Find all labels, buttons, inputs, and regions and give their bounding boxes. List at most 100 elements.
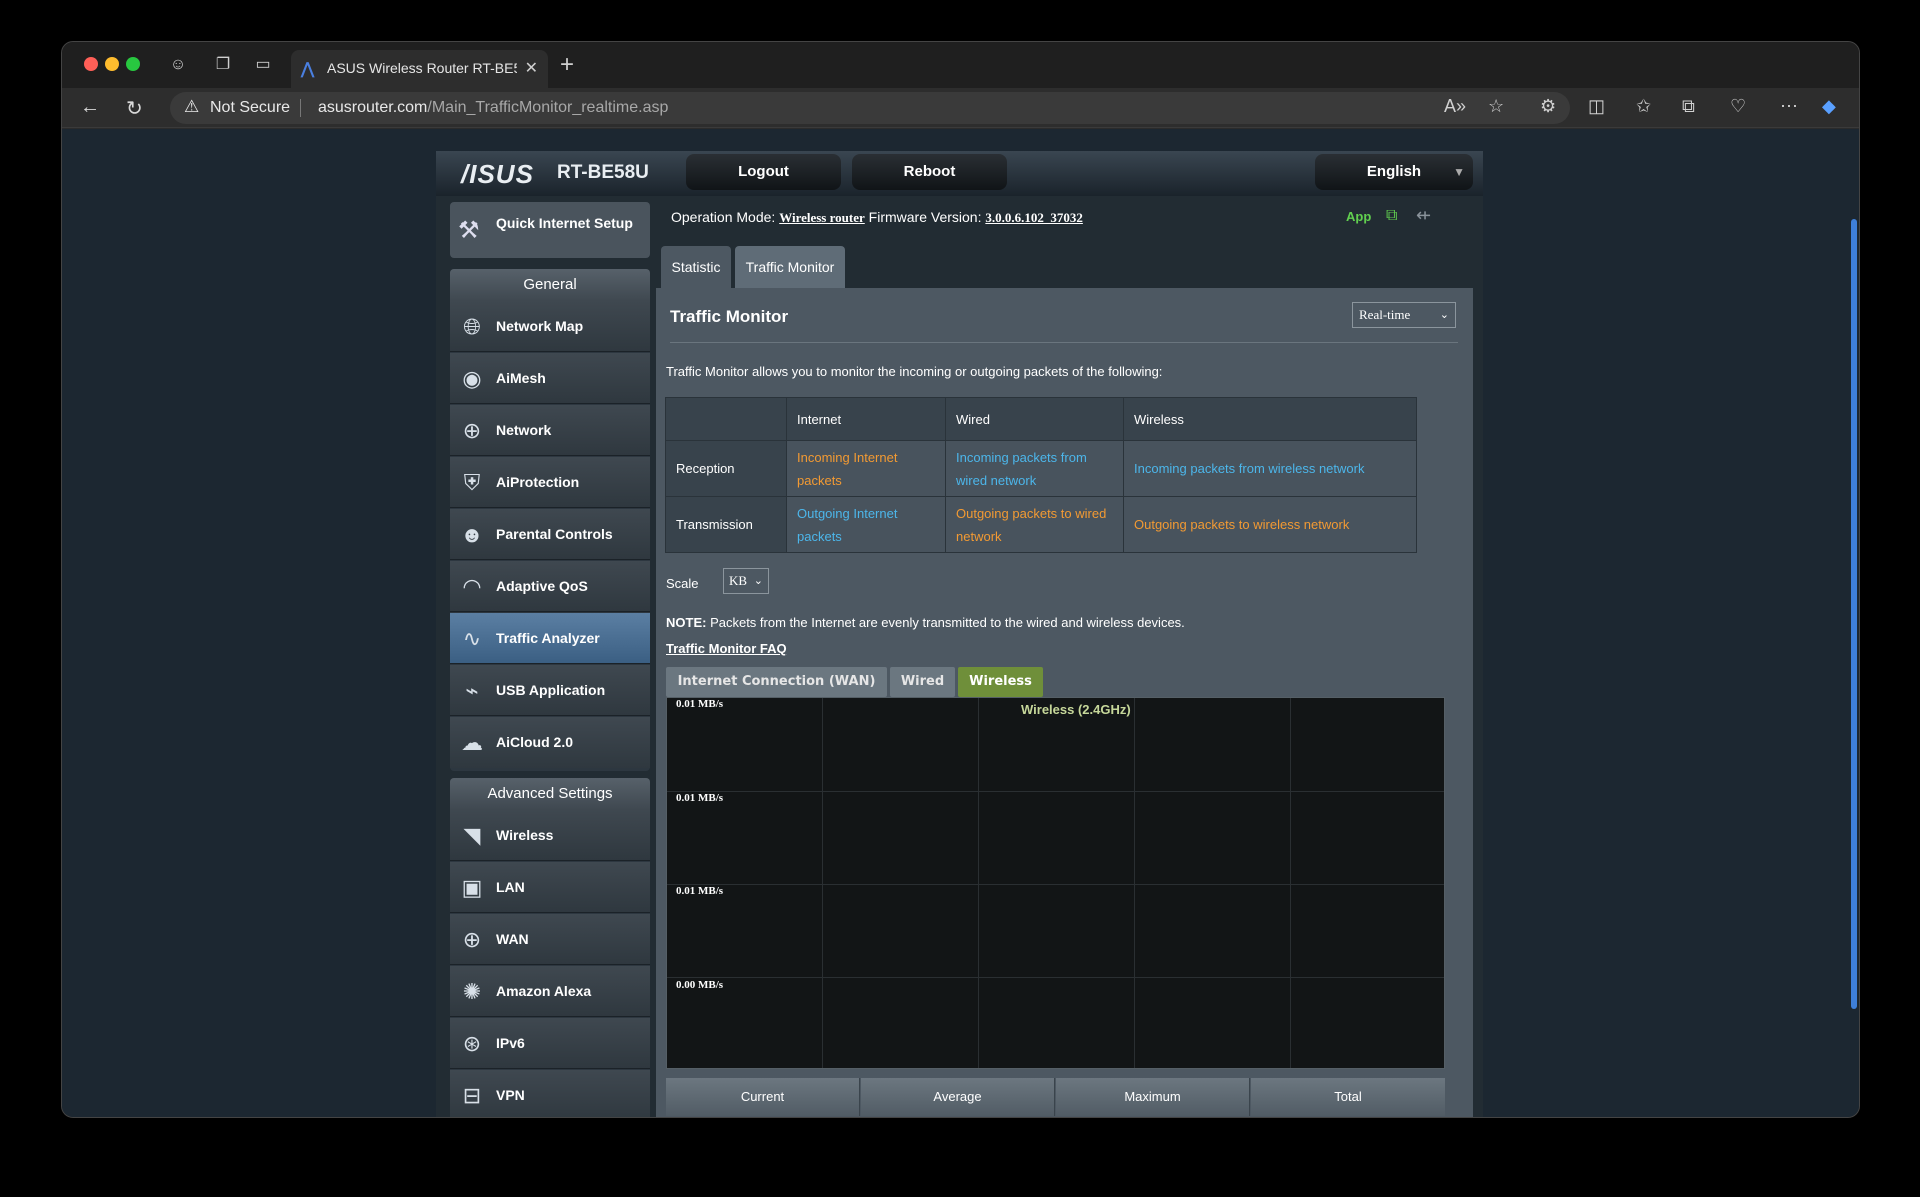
tab-bar: ☺ ❐ ▭ ⋀ ASUS Wireless Router RT-BE5 ✕ + xyxy=(62,42,1859,88)
sidebar-item-lan[interactable]: ▣ LAN xyxy=(450,862,650,913)
reload-icon[interactable]: ↻ xyxy=(126,96,143,121)
scale-label: Scale xyxy=(666,576,699,591)
sidebar-item-aiprotection[interactable]: ⛨ AiProtection xyxy=(450,457,650,508)
asus-favicon-icon: ⋀ xyxy=(301,61,315,78)
url-separator xyxy=(300,99,301,117)
app-phone-icon[interactable]: ⧉ xyxy=(1386,207,1397,225)
y-axis-label: 0.01 MB/s xyxy=(676,698,724,710)
operation-mode-label: Operation Mode: xyxy=(671,209,776,225)
tab-traffic-monitor[interactable]: Traffic Monitor xyxy=(735,246,845,288)
new-tab-icon[interactable]: + xyxy=(560,51,574,79)
browser-tab-active[interactable]: ⋀ ASUS Wireless Router RT-BE5 ✕ xyxy=(291,50,548,88)
globe-icon: 🌐︎ xyxy=(463,314,481,339)
alexa-icon: ✺ xyxy=(462,979,482,1004)
grid-line xyxy=(667,884,1444,885)
mesh-icon: ◉ xyxy=(462,366,482,391)
extensions-icon[interactable]: ⚙ xyxy=(1540,96,1556,117)
sidebar-item-wireless[interactable]: ◥ Wireless xyxy=(450,810,650,861)
firmware-link[interactable]: 3.0.0.6.102_37032 xyxy=(985,210,1083,225)
page-viewport: /ISUS RT-BE58U Logout Reboot English ▼ ⚒… xyxy=(62,129,1859,1117)
sidebar-item-amazon-alexa[interactable]: ✺ Amazon Alexa xyxy=(450,966,650,1017)
workspaces-icon[interactable]: ❐ xyxy=(212,54,234,76)
usb-status-icon[interactable]: ⇷ xyxy=(1416,205,1431,226)
more-menu-icon[interactable]: ⋯ xyxy=(1780,96,1798,117)
firmware-label: Firmware Version: xyxy=(868,209,982,225)
minimize-window-button[interactable] xyxy=(105,57,119,71)
sidebar-item-parental-controls[interactable]: ☻ Parental Controls xyxy=(450,509,650,560)
faq-link[interactable]: Traffic Monitor FAQ xyxy=(666,641,787,656)
gauge-icon: ◠ xyxy=(462,574,482,599)
split-screen-icon[interactable]: ◫ xyxy=(1588,96,1605,117)
router-header: /ISUS RT-BE58U Logout Reboot English ▼ xyxy=(436,151,1483,196)
note-text: NOTE: Packets from the Internet are even… xyxy=(666,615,1185,630)
read-aloud-icon[interactable]: A» xyxy=(1444,96,1466,117)
traffic-monitor-panel: Traffic Monitor Real-time ⌄ Traffic Moni… xyxy=(656,288,1473,1117)
y-axis-label: 0.00 MB/s xyxy=(676,979,724,991)
close-tab-icon[interactable]: ✕ xyxy=(525,58,538,78)
asus-logo: /ISUS xyxy=(461,159,534,189)
scale-select[interactable]: KB ⌄ xyxy=(723,568,769,594)
sidebar-item-network[interactable]: ⊕ Network xyxy=(450,405,650,456)
favorites-icon[interactable]: ✩ xyxy=(1636,96,1651,117)
operation-mode-link[interactable]: Wireless router xyxy=(779,210,865,225)
y-axis-label: 0.01 MB/s xyxy=(676,885,724,897)
url-text[interactable]: asusrouter.com/Main_TrafficMonitor_realt… xyxy=(318,99,668,117)
table-header: Internet xyxy=(786,397,946,441)
copilot-icon[interactable]: ◆ xyxy=(1822,96,1836,117)
monitor-mode-value: Real-time xyxy=(1359,307,1411,322)
router-model: RT-BE58U xyxy=(557,162,649,183)
graph-title: Wireless (2.4GHz) xyxy=(1021,702,1131,717)
browser-tab-title: ASUS Wireless Router RT-BE5 xyxy=(327,60,517,76)
cloud-icon: ☁ xyxy=(461,730,483,755)
table-cell: Outgoing packets to wired network xyxy=(945,496,1124,553)
stat-current: Current xyxy=(666,1078,860,1116)
logout-button[interactable]: Logout xyxy=(686,154,841,190)
sidebar-item-adaptive-qos[interactable]: ◠ Adaptive QoS xyxy=(450,561,650,612)
close-window-button[interactable] xyxy=(84,57,98,71)
reboot-button[interactable]: Reboot xyxy=(852,154,1007,190)
scale-value: KB xyxy=(729,573,748,588)
page-scrollbar[interactable] xyxy=(1851,219,1857,1009)
sidebar-item-aimesh[interactable]: ◉ AiMesh xyxy=(450,353,650,404)
sidebar-item-network-map[interactable]: 🌐︎ Network Map xyxy=(450,301,650,352)
tab-statistic[interactable]: Statistic xyxy=(661,246,731,288)
favorite-star-icon[interactable]: ☆ xyxy=(1488,96,1504,117)
address-bar[interactable]: ⚠ Not Secure asusrouter.com/Main_Traffic… xyxy=(170,92,1570,124)
shield-icon: ⛨ xyxy=(463,470,481,495)
router-admin-page: /ISUS RT-BE58U Logout Reboot English ▼ ⚒… xyxy=(436,151,1483,1117)
sidebar-item-usb-application[interactable]: ⌁ USB Application xyxy=(450,665,650,716)
app-link[interactable]: App xyxy=(1346,209,1371,224)
sidebar-item-traffic-analyzer[interactable]: ∿ Traffic Analyzer xyxy=(450,613,650,664)
globe-icon: ⊕ xyxy=(462,927,482,952)
graph-tab-wan[interactable]: Internet Connection (WAN) xyxy=(666,667,887,697)
monitor-mode-select[interactable]: Real-time ⌄ xyxy=(1352,302,1456,328)
usb-icon: ⌁ xyxy=(465,678,479,703)
back-icon[interactable]: ← xyxy=(80,96,100,119)
wizard-icon: ⚒ xyxy=(458,217,480,244)
quick-setup-label: Quick Internet Setup xyxy=(496,215,633,231)
sidebar-item-wan[interactable]: ⊕ WAN xyxy=(450,914,650,965)
maximize-window-button[interactable] xyxy=(126,57,140,71)
traffic-graph: 0.01 MB/s 0.01 MB/s 0.01 MB/s 0.00 MB/s … xyxy=(666,697,1445,1069)
browser-essentials-icon[interactable]: ♡ xyxy=(1730,96,1746,117)
quick-internet-setup-button[interactable]: ⚒ Quick Internet Setup xyxy=(450,202,650,258)
graph-tab-wired[interactable]: Wired xyxy=(890,667,955,697)
stat-average: Average xyxy=(861,1078,1055,1116)
grid-line xyxy=(978,698,979,1068)
profile-avatar-icon[interactable]: ☺ xyxy=(167,54,189,76)
language-select[interactable]: English ▼ xyxy=(1315,154,1473,190)
sidebar-item-aicloud[interactable]: ☁ AiCloud 2.0 xyxy=(450,717,650,768)
collections-icon[interactable]: ⧉ xyxy=(1682,96,1695,117)
stat-total: Total xyxy=(1251,1078,1445,1116)
network-icon: ⊕ xyxy=(462,418,482,443)
tab-actions-icon[interactable]: ▭ xyxy=(252,54,274,76)
sidebar-item-ipv6[interactable]: ⊛ IPv6 xyxy=(450,1018,650,1069)
table-cell: Incoming packets from wireless network xyxy=(1123,440,1417,497)
table-cell: Outgoing Internet packets xyxy=(786,496,946,553)
vpn-icon: ⊟ xyxy=(462,1083,482,1108)
grid-line xyxy=(1290,698,1291,1068)
security-label[interactable]: Not Secure xyxy=(210,99,290,117)
graph-tab-wireless[interactable]: Wireless xyxy=(958,667,1043,697)
sidebar-item-vpn[interactable]: ⊟ VPN xyxy=(450,1070,650,1117)
wifi-icon: ◥ xyxy=(463,823,481,848)
